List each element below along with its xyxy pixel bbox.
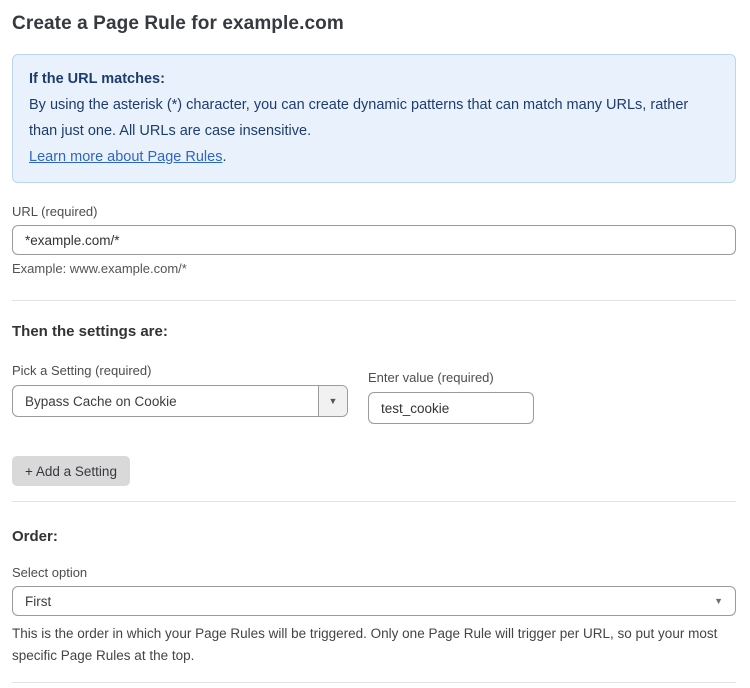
add-setting-button[interactable]: + Add a Setting bbox=[12, 456, 130, 486]
setting-select-label: Pick a Setting (required) bbox=[12, 363, 348, 378]
setting-value-column: Enter value (required) bbox=[368, 370, 534, 424]
order-section-heading: Order: bbox=[12, 528, 736, 545]
setting-dropdown-arrow-button[interactable]: ▼ bbox=[318, 386, 347, 416]
chevron-down-icon: ▼ bbox=[714, 596, 723, 606]
info-box-body: By using the asterisk (*) character, you… bbox=[29, 92, 719, 144]
divider bbox=[12, 501, 736, 502]
url-example-helper: Example: www.example.com/* bbox=[12, 261, 736, 276]
settings-row: Pick a Setting (required) Bypass Cache o… bbox=[12, 363, 736, 424]
order-select[interactable]: First ▼ bbox=[12, 586, 736, 616]
setting-value-input[interactable] bbox=[368, 392, 534, 424]
order-select-label: Select option bbox=[12, 565, 736, 580]
url-field-label: URL (required) bbox=[12, 204, 736, 219]
page-title: Create a Page Rule for example.com bbox=[12, 13, 736, 35]
setting-select-value: Bypass Cache on Cookie bbox=[13, 386, 318, 416]
info-box-heading: If the URL matches: bbox=[29, 66, 719, 92]
setting-select-dropdown[interactable]: Bypass Cache on Cookie ▼ bbox=[12, 385, 348, 417]
url-match-info-box: If the URL matches: By using the asteris… bbox=[12, 54, 736, 183]
url-input[interactable] bbox=[12, 225, 736, 255]
order-helper-text: This is the order in which your Page Rul… bbox=[12, 623, 736, 667]
link-suffix: . bbox=[222, 149, 226, 165]
divider bbox=[12, 682, 736, 683]
setting-select-column: Pick a Setting (required) Bypass Cache o… bbox=[12, 363, 348, 417]
order-select-value: First bbox=[25, 594, 51, 609]
divider bbox=[12, 300, 736, 301]
value-field-label: Enter value (required) bbox=[368, 370, 534, 385]
learn-more-link[interactable]: Learn more about Page Rules bbox=[29, 149, 222, 165]
create-page-rule-panel: Create a Page Rule for example.com If th… bbox=[0, 0, 750, 688]
settings-section-heading: Then the settings are: bbox=[12, 323, 736, 340]
info-box-link-line: Learn more about Page Rules. bbox=[29, 144, 719, 170]
chevron-down-icon: ▼ bbox=[329, 396, 338, 406]
